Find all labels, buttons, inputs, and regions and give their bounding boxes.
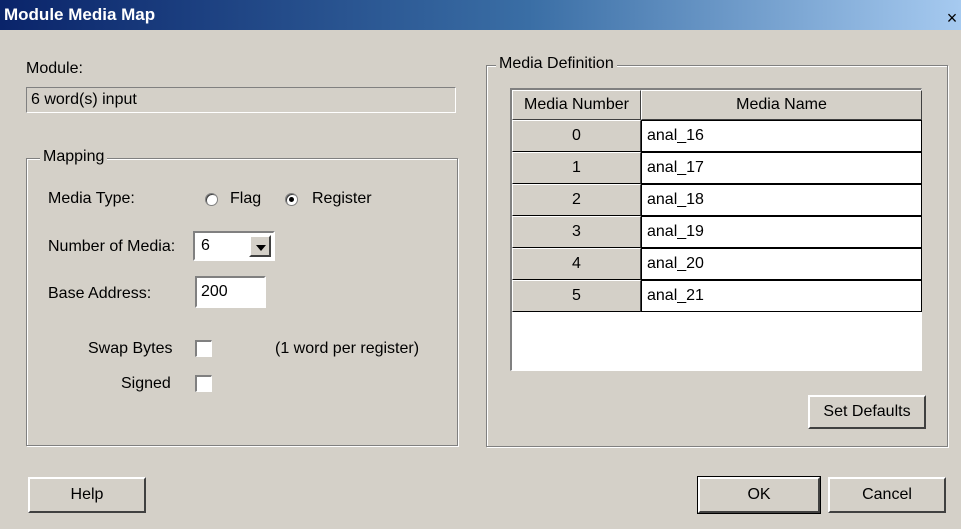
chevron-down-icon <box>256 245 266 251</box>
media-name-cell[interactable]: anal_19 <box>641 216 922 248</box>
window-title: Module Media Map <box>4 5 156 24</box>
ok-button[interactable]: OK <box>697 476 821 514</box>
module-value: 6 word(s) input <box>31 91 137 108</box>
number-of-media-value: 6 <box>201 237 210 254</box>
media-number-cell: 5 <box>512 280 641 312</box>
register-radio-label[interactable]: Register <box>312 190 372 208</box>
signed-checkbox[interactable] <box>195 375 212 392</box>
signed-label: Signed <box>121 375 171 392</box>
base-address-label: Base Address: <box>48 285 152 302</box>
swap-bytes-checkbox[interactable] <box>195 340 212 357</box>
media-name-cell[interactable]: anal_18 <box>641 184 922 216</box>
media-definition-group-label: Media Definition <box>496 55 617 73</box>
base-address-input[interactable]: 200 <box>195 276 266 308</box>
media-number-cell: 0 <box>512 120 641 152</box>
close-icon[interactable]: × <box>943 9 961 27</box>
mapping-group-label: Mapping <box>40 148 108 166</box>
media-name-cell[interactable]: anal_20 <box>641 248 922 280</box>
media-number-cell: 1 <box>512 152 641 184</box>
title-bar: Module Media Map × <box>0 0 961 30</box>
number-of-media-select[interactable]: 6 <box>193 231 275 261</box>
flag-radio-label[interactable]: Flag <box>230 190 261 208</box>
media-name-cell[interactable]: anal_16 <box>641 120 922 152</box>
swap-bytes-label: Swap Bytes <box>88 340 173 357</box>
cancel-button[interactable]: Cancel <box>828 477 946 513</box>
set-defaults-button[interactable]: Set Defaults <box>808 395 926 429</box>
number-of-media-label: Number of Media: <box>48 238 176 255</box>
swap-bytes-note: (1 word per register) <box>275 340 420 357</box>
base-address-value: 200 <box>201 283 228 300</box>
media-name-cell[interactable]: anal_17 <box>641 152 922 184</box>
media-number-cell: 3 <box>512 216 641 248</box>
radio-selected-dot <box>289 197 294 202</box>
dropdown-button[interactable] <box>249 235 271 257</box>
media-number-cell: 2 <box>512 184 641 216</box>
module-label: Module: <box>26 60 83 77</box>
column-header-media-number[interactable]: Media Number <box>512 90 641 120</box>
flag-radio[interactable] <box>205 193 218 206</box>
media-name-cell[interactable]: anal_21 <box>641 280 922 312</box>
module-field: 6 word(s) input <box>26 87 456 113</box>
media-grid[interactable]: Media Number Media Name 0 anal_16 1 anal… <box>510 88 922 371</box>
help-button[interactable]: Help <box>28 477 146 513</box>
column-header-media-name[interactable]: Media Name <box>641 90 922 120</box>
media-number-cell: 4 <box>512 248 641 280</box>
register-radio[interactable] <box>285 193 298 206</box>
media-type-label: Media Type: <box>48 190 135 207</box>
